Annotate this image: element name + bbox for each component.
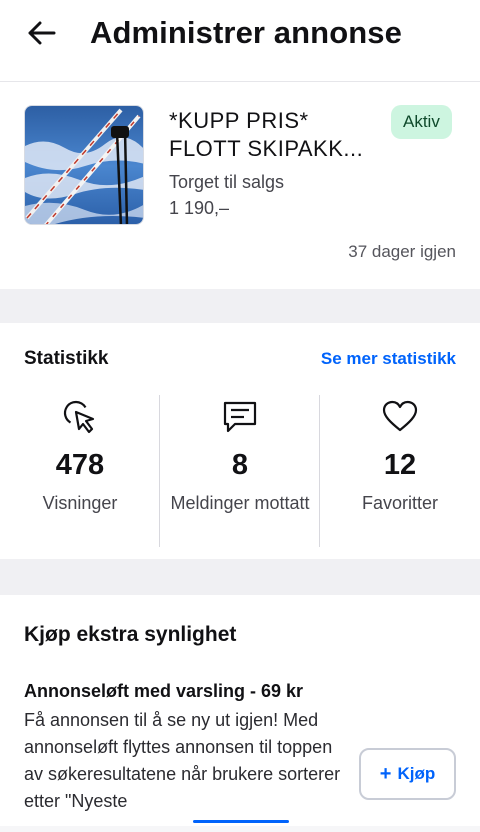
favorites-label: Favoritter — [361, 493, 439, 513]
ad-price: 1 190,– — [169, 198, 230, 218]
message-icon — [223, 401, 257, 433]
buy-visibility-title: Kjøp ekstra synlighet — [24, 623, 237, 646]
section-divider — [0, 559, 480, 595]
messages-count: 8 — [231, 449, 249, 481]
buy-button-label: Kjøp — [397, 764, 436, 783]
status-badge: Aktiv — [391, 105, 452, 139]
offer-title: Annonseløft med varsling - 69 kr — [24, 681, 304, 701]
stat-messages: 8 Meldinger mottatt — [160, 395, 320, 547]
favorites-count: 12 — [383, 449, 417, 481]
statistics-section: Statistikk Se mer statistikk 478 Visning… — [0, 323, 480, 559]
bottom-edge — [0, 826, 480, 832]
buy-button[interactable]: + Kjøp — [359, 748, 456, 800]
ad-category: Torget til salgs — [169, 172, 285, 192]
plus-icon: + — [379, 762, 392, 785]
messages-label: Meldinger mottatt — [170, 493, 310, 513]
views-label: Visninger — [42, 493, 118, 513]
ad-summary-card[interactable]: *KUPP PRIS* FLOTT SKIPAKK... Aktiv Torge… — [0, 83, 480, 289]
app-header: Administrer annonse — [0, 0, 480, 82]
cursor-click-icon — [63, 400, 95, 434]
page-title: Administrer annonse — [90, 15, 402, 50]
offer-description: Få annonsen til å se ny ut igjen! Med an… — [24, 710, 341, 811]
scroll-indicator — [193, 820, 289, 823]
ski-photo-image — [25, 106, 143, 224]
days-left-label: 37 dager igjen — [348, 242, 456, 261]
views-count: 478 — [55, 449, 105, 481]
see-more-statistics-link[interactable]: Se mer statistikk — [321, 347, 456, 371]
ad-thumbnail[interactable] — [24, 105, 144, 225]
section-divider — [0, 289, 480, 323]
back-button[interactable] — [22, 16, 62, 50]
heart-icon — [382, 400, 418, 432]
buy-visibility-section: Kjøp ekstra synlighet Annonseløft med va… — [0, 595, 480, 832]
statistics-title: Statistikk — [24, 348, 109, 369]
stat-views: 478 Visninger — [0, 395, 160, 547]
ad-title[interactable]: *KUPP PRIS* FLOTT SKIPAKK... — [169, 107, 384, 163]
arrow-left-icon — [28, 21, 56, 45]
stat-favorites: 12 Favoritter — [320, 395, 480, 547]
